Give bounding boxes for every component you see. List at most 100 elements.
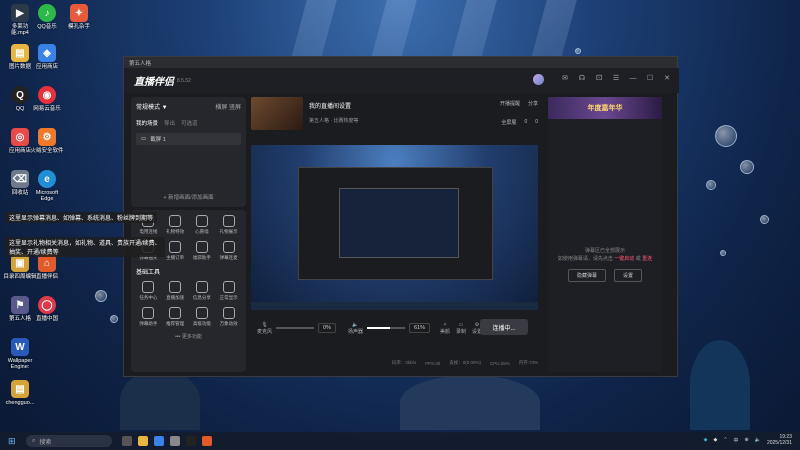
source-label: 截屏 1: [150, 137, 166, 143]
speed-icon: [169, 281, 182, 293]
tool-item[interactable]: 主播订单: [163, 241, 188, 261]
explorer-icon[interactable]: [138, 436, 148, 446]
danmaku-settings-button[interactable]: 设置: [614, 269, 643, 282]
tool-item[interactable]: 福袋助手: [190, 241, 215, 261]
bag-icon: [195, 241, 208, 253]
tab-optional[interactable]: 可选道: [181, 119, 198, 127]
one-click-start-link[interactable]: 一键启动: [614, 256, 634, 262]
app-icon: ✦: [70, 4, 88, 22]
room-subtitle: 第五人格 · 比赛热度等: [309, 118, 359, 124]
desktop-icon-5[interactable]: ◈ 应用商店: [30, 44, 64, 70]
live-companion-window: 第五人格 直播伴侣 8.5.52 ✉ ☊ ⚀ ☰ — ☐ ✕ 常规模式 ▼ 横屏…: [123, 56, 679, 377]
minimize-icon[interactable]: —: [629, 74, 637, 82]
language-indicator[interactable]: 中: [734, 437, 739, 444]
tool-item[interactable]: 礼物展示: [216, 215, 241, 235]
advanced-icon: [195, 307, 208, 319]
tab-export[interactable]: 导出: [164, 119, 175, 127]
window-titlebar[interactable]: 第五人格: [124, 57, 677, 68]
desktop-icon-7[interactable]: ◉ 网易云音乐: [30, 86, 64, 112]
wallpaper-engine-icon: W: [11, 338, 29, 356]
tool-item[interactable]: 任务中心: [136, 281, 161, 301]
share-icon: [195, 281, 208, 293]
speaker-control[interactable]: 🔈 扬声器: [348, 322, 363, 335]
task-view-icon[interactable]: [122, 436, 132, 446]
go-live-button[interactable]: 连播中...: [480, 319, 528, 335]
tool-item[interactable]: 正常显示: [216, 281, 241, 301]
desktop-icon-15[interactable]: ◯ 直播中国: [30, 296, 64, 322]
fullscreen-button[interactable]: 全屏展: [501, 119, 516, 126]
share-button[interactable]: 分享: [528, 100, 538, 107]
app-icon[interactable]: [170, 436, 180, 446]
desktop-icon-17[interactable]: ▤ chengguo...: [3, 380, 37, 406]
dropped-frames: 丢帧：0(0.00%): [449, 360, 481, 365]
mode-dropdown[interactable]: 常规模式 ▼: [136, 102, 168, 111]
recycle-bin-icon: ⌫: [11, 170, 29, 188]
tool-item[interactable]: 弹幕连麦: [216, 241, 241, 261]
tool-item[interactable]: 心愿墙: [190, 215, 215, 235]
tool-item[interactable]: 万象动效: [216, 307, 241, 327]
effect-icon: [222, 307, 235, 319]
tray-app-icon[interactable]: ◆: [713, 437, 717, 443]
desktop-icon-3[interactable]: ✦ 模孔杂手: [62, 4, 96, 30]
qq-icon[interactable]: [186, 436, 196, 446]
netease-music-icon: ◉: [38, 86, 56, 104]
room-cover[interactable]: [251, 97, 303, 130]
preview-nested-inner: [339, 188, 459, 258]
event-banner[interactable]: 年度嘉年华: [548, 97, 662, 119]
headset-icon[interactable]: ☊: [578, 74, 586, 82]
display-icon: [222, 281, 235, 293]
clock[interactable]: 19:23 2025/12/31: [767, 434, 792, 446]
source-item[interactable]: ▭ 截屏 1: [136, 133, 241, 145]
close-icon[interactable]: ✕: [663, 74, 671, 82]
desktop-icon-9[interactable]: ⚙ 火绒安全软件: [30, 128, 64, 154]
hide-danmaku-button[interactable]: 隐藏弹幕: [567, 269, 606, 282]
desktop-icon-13[interactable]: ⌂ 直播伴侣: [30, 254, 64, 280]
tool-item[interactable]: 推荐管理: [163, 307, 188, 327]
window-title: 第五人格: [129, 60, 152, 67]
tool-item[interactable]: 高级功能: [190, 307, 215, 327]
mic-volume-slider[interactable]: [276, 327, 315, 329]
stream-preview[interactable]: [251, 145, 538, 310]
app-logo: 直播伴侣: [134, 77, 174, 88]
fps: FPS:30: [425, 360, 441, 366]
taskbar-search[interactable]: ⌕ 搜索: [26, 435, 112, 447]
tool-item[interactable]: 弹幕助手: [136, 307, 161, 327]
volume-icon[interactable]: 🔈: [755, 437, 761, 443]
room-title[interactable]: 我的直播间设置: [309, 101, 358, 110]
tool-item[interactable]: 直播加速: [163, 281, 188, 301]
tool-item[interactable]: 礼物特效: [163, 215, 188, 235]
desktop-icon-2[interactable]: ♪ QQ音乐: [30, 4, 64, 30]
orientation-toggle[interactable]: 横屏 竖屏: [215, 102, 241, 111]
tool-item[interactable]: 信息分享: [190, 281, 215, 301]
store-icon: ◈: [38, 44, 56, 62]
tab-my-scene[interactable]: 我的场景: [136, 119, 158, 127]
mic-control[interactable]: 🎙 麦克风: [257, 322, 272, 335]
add-source-button[interactable]: + 新增画面/添加画面: [136, 193, 241, 201]
desktop-icon-16[interactable]: W Wallpaper Engine:: [3, 338, 37, 370]
recommend-icon: [169, 307, 182, 319]
more-tools-button[interactable]: ••• 更多功能: [136, 333, 241, 340]
app-header: 直播伴侣 8.5.52 ✉ ☊ ⚀ ☰ — ☐ ✕: [124, 68, 679, 93]
beauty-button[interactable]: ✧ 美颜: [440, 322, 450, 335]
danmaku-icon: [142, 307, 155, 319]
network-icon[interactable]: ⊕: [745, 437, 749, 443]
speaker-percent: 61%: [408, 323, 430, 333]
desktop-icon-11[interactable]: e Microsoft Edge: [30, 170, 64, 202]
gift-icon[interactable]: ⚀: [595, 74, 603, 82]
record-button[interactable]: ▭ 录制: [456, 322, 466, 335]
avatar[interactable]: [533, 74, 544, 85]
live-reminder-button[interactable]: 开播提醒: [500, 100, 520, 107]
reconnect-link[interactable]: 重连: [642, 256, 652, 262]
qq-music-icon: ♪: [38, 4, 56, 22]
task-icon: [142, 281, 155, 293]
start-icon[interactable]: ⊞: [8, 436, 18, 446]
menu-icon[interactable]: ☰: [612, 74, 620, 82]
tray-app-icon[interactable]: ◆: [704, 437, 708, 443]
speaker-volume-slider[interactable]: [366, 327, 405, 329]
chevron-up-icon[interactable]: ⌃: [723, 437, 727, 443]
message-icon[interactable]: ✉: [561, 74, 569, 82]
maximize-icon[interactable]: ☐: [646, 74, 654, 82]
mic-link-icon: [222, 241, 235, 253]
live-companion-icon[interactable]: [202, 436, 212, 446]
app-icon[interactable]: [154, 436, 164, 446]
